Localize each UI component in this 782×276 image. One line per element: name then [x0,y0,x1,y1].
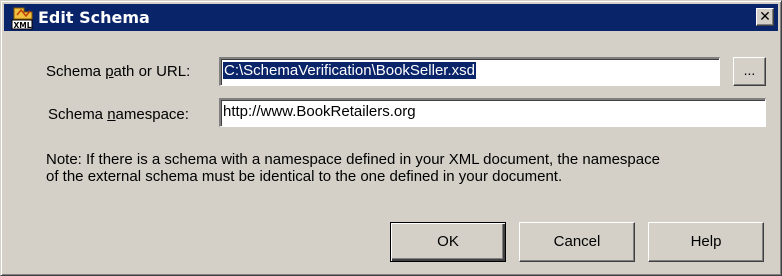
title-bar[interactable]: XML Edit Schema ✕ [4,4,778,31]
browse-button[interactable]: ... [733,57,766,86]
svg-text:XML: XML [14,21,32,30]
note-line-2: of the external schema must be identical… [46,168,563,185]
schema-namespace-input[interactable]: http://www.BookRetailers.org [219,98,766,127]
help-button[interactable]: Help [648,222,764,262]
cancel-button-label: Cancel [553,233,601,250]
schema-path-label-text-end: ath or URL: [113,63,191,80]
xml-schema-icon: XML [10,6,36,30]
note-text: Note: If there is a schema with a namesp… [46,151,766,185]
schema-namespace-label-text-end: amespace: [115,106,189,123]
close-button[interactable]: ✕ [756,8,774,26]
schema-path-input[interactable]: C:\SchemaVerification\BookSeller.xsd [219,57,720,86]
schema-path-label: Schema path or URL: [46,63,190,81]
schema-namespace-value: http://www.BookRetailers.org [223,103,416,120]
schema-path-label-accelerator: p [105,63,114,80]
ok-button-label: OK [437,233,459,250]
close-icon: ✕ [759,9,771,25]
dialog-title: Edit Schema [38,8,150,27]
ok-button[interactable]: OK [390,222,506,262]
help-button-label: Help [690,233,722,250]
schema-path-label-text: Schema [46,63,106,80]
browse-button-label: ... [743,62,756,78]
cancel-button[interactable]: Cancel [519,222,635,262]
schema-namespace-label: Schema namespace: [48,106,189,124]
edit-schema-dialog: XML Edit Schema ✕ Schema path or URL: C:… [0,0,782,276]
schema-namespace-label-text: Schema [48,106,108,123]
note-line-1: Note: If there is a schema with a namesp… [46,151,660,168]
schema-path-value: C:\SchemaVerification\BookSeller.xsd [223,62,476,79]
schema-namespace-label-accelerator: n [107,106,116,123]
